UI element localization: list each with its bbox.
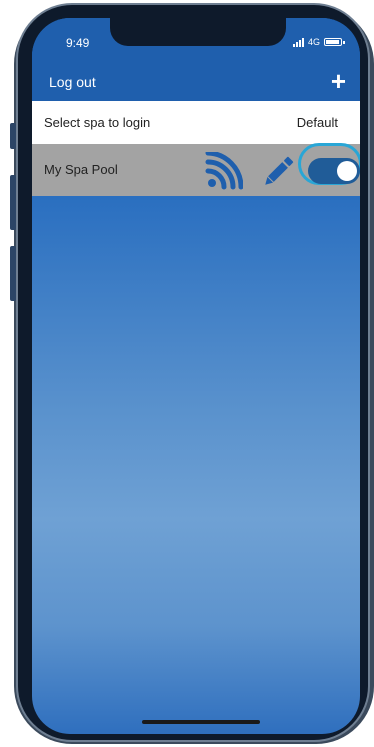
spa-name: My Spa Pool bbox=[44, 162, 118, 177]
wifi-icon[interactable] bbox=[205, 152, 243, 190]
home-indicator bbox=[142, 720, 260, 724]
mute-button bbox=[10, 123, 16, 149]
volume-down-button bbox=[10, 246, 16, 301]
spa-list-item[interactable]: My Spa Pool bbox=[32, 143, 360, 196]
signal-icon bbox=[292, 37, 304, 47]
select-spa-label: Select spa to login bbox=[44, 115, 151, 130]
toggle-knob bbox=[337, 161, 357, 181]
default-column-label: Default bbox=[296, 115, 338, 130]
app-screen: 9:49 4G Log out + Select spa to login De… bbox=[32, 18, 360, 734]
logout-button[interactable]: Log out bbox=[49, 74, 96, 90]
battery-icon bbox=[324, 38, 345, 46]
status-time: 9:49 bbox=[66, 36, 90, 50]
volume-up-button bbox=[10, 175, 16, 230]
network-label: 4G bbox=[307, 37, 320, 47]
select-spa-row: Select spa to login Default bbox=[32, 101, 360, 144]
pencil-icon[interactable] bbox=[260, 154, 296, 190]
notch bbox=[110, 18, 286, 46]
default-toggle[interactable] bbox=[308, 158, 360, 184]
header-bar: 9:49 4G Log out + bbox=[32, 18, 360, 101]
status-indicators: 4G bbox=[292, 36, 345, 48]
add-spa-button[interactable]: + bbox=[331, 68, 346, 94]
